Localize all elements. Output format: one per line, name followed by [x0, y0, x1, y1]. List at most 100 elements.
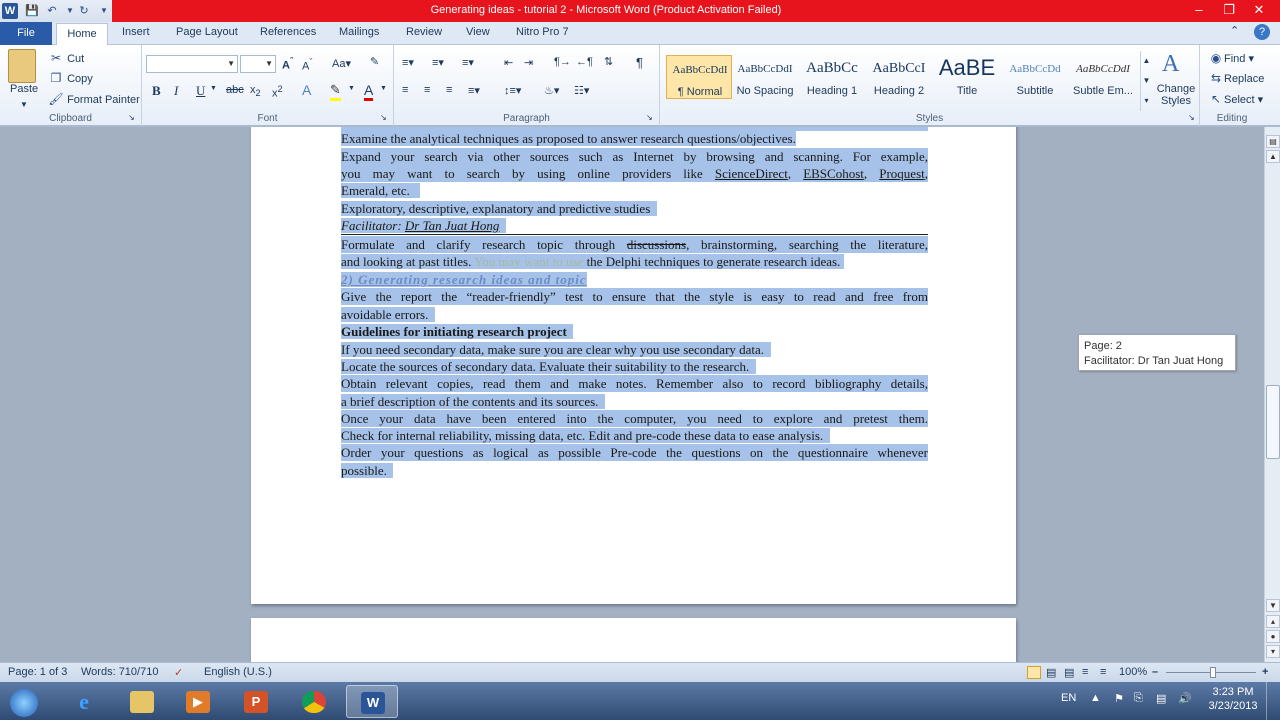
tab-nitro-pro[interactable]: Nitro Pro 7 — [516, 26, 569, 38]
show-hidden-icons[interactable]: ▲ — [1090, 692, 1101, 704]
page-count[interactable]: Page: 1 of 3 — [8, 666, 67, 678]
page-1[interactable]: Examine the analytical techniques as pro… — [251, 127, 1016, 604]
redo-icon[interactable]: ↻ — [76, 3, 92, 19]
taskbar-word[interactable]: W — [346, 685, 398, 718]
style-title[interactable]: AaBE Title — [934, 55, 1000, 99]
taskbar-media-player[interactable]: ▶ — [172, 685, 224, 718]
tab-view[interactable]: View — [466, 26, 490, 38]
superscript-icon[interactable]: x2 — [272, 84, 283, 100]
next-page-button[interactable]: ▾ — [1266, 645, 1280, 658]
restore-button[interactable]: ❐ — [1214, 0, 1244, 22]
style-heading-1[interactable]: AaBbCc Heading 1 — [799, 55, 865, 99]
doc-line[interactable]: a brief description of the contents and … — [341, 393, 928, 410]
language[interactable]: English (U.S.) — [204, 666, 272, 678]
copy-button[interactable]: ❐ Copy — [48, 70, 93, 86]
scroll-down-button[interactable]: ▼ — [1266, 599, 1280, 612]
taskbar-powerpoint[interactable]: P — [230, 685, 282, 718]
doc-line[interactable]: Expand your search via other sources suc… — [341, 148, 928, 165]
font-color-dropdown-icon[interactable]: ▼ — [380, 85, 387, 92]
minimize-ribbon-icon[interactable]: ⌃ — [1230, 24, 1239, 37]
scroll-thumb[interactable] — [1266, 385, 1280, 459]
align-right-icon[interactable]: ≡ — [446, 84, 452, 96]
customize-toolbar-icon[interactable]: ▼ — [96, 3, 112, 19]
scroll-up-button[interactable]: ▲ — [1266, 150, 1280, 163]
doc-line[interactable]: Once your data have been entered into th… — [341, 410, 928, 427]
style-normal[interactable]: AaBbCcDdI ¶ Normal — [666, 55, 732, 99]
outline-view-icon[interactable]: ≡ — [1082, 666, 1088, 678]
network-icon[interactable]: ▤ — [1156, 692, 1166, 705]
justify-icon[interactable]: ≡▾ — [468, 84, 480, 97]
doc-heading[interactable]: Guidelines for initiating research proje… — [341, 323, 928, 340]
doc-line[interactable]: Emerald, etc. — [341, 182, 928, 199]
tab-home[interactable]: Home — [56, 23, 108, 46]
italic-icon[interactable]: I — [174, 83, 178, 99]
taskbar-chrome[interactable] — [288, 685, 340, 718]
zoom-out-button[interactable]: – — [1152, 666, 1158, 678]
start-button[interactable] — [0, 685, 46, 718]
styles-launcher-icon[interactable]: ↘ — [1188, 113, 1195, 122]
multilevel-list-icon[interactable]: ≡▾ — [462, 56, 474, 69]
paste-icon[interactable] — [8, 49, 36, 83]
show-formatting-marks-icon[interactable]: ¶ — [636, 55, 643, 70]
style-no-spacing[interactable]: AaBbCcDdI No Spacing — [732, 55, 798, 99]
change-styles-button[interactable]: Change Styles — [1156, 83, 1196, 107]
action-center-icon[interactable]: ⚑ — [1114, 692, 1124, 705]
usb-icon[interactable]: ⎘ — [1134, 692, 1143, 705]
style-heading-2[interactable]: AaBbCcI Heading 2 — [866, 55, 932, 99]
doc-line[interactable]: you may want to search by using online p… — [341, 165, 928, 182]
volume-icon[interactable]: 🔊 — [1178, 692, 1192, 705]
tab-review[interactable]: Review — [406, 26, 442, 38]
browse-object-button[interactable]: ● — [1266, 630, 1280, 643]
grow-font-icon[interactable]: Aˆ — [282, 56, 293, 72]
select-button[interactable]: ↖ Select ▾ — [1208, 91, 1263, 107]
paragraph-launcher-icon[interactable]: ↘ — [646, 113, 653, 122]
doc-line[interactable]: Locate the sources of secondary data. Ev… — [341, 358, 928, 375]
doc-line[interactable]: Order your questions as logical as possi… — [341, 444, 928, 461]
format-painter-button[interactable]: 🖌 Format Painter — [48, 91, 139, 107]
doc-line[interactable]: and looking at past titles. You may want… — [341, 253, 928, 270]
full-screen-reading-icon[interactable]: ▤ — [1046, 666, 1056, 679]
vertical-scrollbar[interactable]: ▤ ▲ ▼ ▴ ● ▾ — [1264, 127, 1280, 662]
clock[interactable]: 3:23 PM 3/23/2013 — [1208, 686, 1258, 712]
paste-button[interactable]: Paste — [10, 83, 38, 95]
doc-line[interactable]: Examine the analytical techniques as pro… — [341, 130, 928, 147]
minimize-button[interactable]: – — [1184, 0, 1214, 22]
clipboard-launcher-icon[interactable]: ↘ — [128, 113, 135, 122]
sort-icon[interactable]: ⇅ — [604, 55, 613, 68]
style-subtitle[interactable]: AaBbCcDd Subtitle — [1002, 55, 1068, 99]
underline-icon[interactable]: U — [196, 83, 205, 99]
close-button[interactable]: ✕ — [1244, 0, 1274, 22]
doc-line[interactable]: Formulate and clarify research topic thr… — [341, 236, 928, 253]
input-language[interactable]: EN — [1061, 692, 1076, 704]
text-effects-icon[interactable]: A — [302, 82, 311, 98]
tab-insert[interactable]: Insert — [122, 26, 150, 38]
style-subtle-emphasis[interactable]: AaBbCcDdI Subtle Em... — [1070, 55, 1136, 99]
undo-icon[interactable]: ↶ — [44, 3, 60, 19]
replace-button[interactable]: ⇆ Replace — [1208, 70, 1264, 86]
zoom-slider-handle[interactable] — [1210, 667, 1216, 678]
align-left-icon[interactable]: ≡ — [402, 84, 408, 96]
font-family-combo[interactable]: ▼ — [146, 55, 238, 73]
document-area[interactable]: Examine the analytical techniques as pro… — [0, 127, 1264, 662]
show-desktop-button[interactable] — [1266, 682, 1280, 720]
highlight-color-icon[interactable]: ✎ — [330, 82, 341, 101]
line-spacing-icon[interactable]: ↕≡▾ — [504, 84, 521, 97]
bullets-icon[interactable]: ≡▾ — [402, 56, 414, 69]
cut-button[interactable]: ✂ Cut — [48, 50, 84, 66]
web-layout-icon[interactable]: ▤ — [1064, 666, 1074, 679]
proofing-icon[interactable]: ✓ — [174, 666, 183, 679]
tab-page-layout[interactable]: Page Layout — [176, 26, 238, 38]
doc-line[interactable]: Exploratory, descriptive, explanatory an… — [341, 200, 928, 217]
doc-line[interactable]: Check for internal reliability, missing … — [341, 427, 928, 444]
strikethrough-icon[interactable]: abc — [226, 84, 244, 96]
font-size-combo[interactable]: ▼ — [240, 55, 276, 73]
font-family-dropdown-icon[interactable]: ▼ — [227, 59, 235, 68]
find-button[interactable]: ◉ Find ▾ — [1208, 50, 1254, 66]
tab-references[interactable]: References — [260, 26, 316, 38]
doc-heading[interactable]: 2) Generating research ideas and topic — [341, 271, 928, 288]
rtl-icon[interactable]: ←¶ — [576, 56, 593, 68]
ruler-toggle-icon[interactable]: ▤ — [1266, 135, 1280, 148]
ltr-icon[interactable]: ¶→ — [554, 56, 571, 68]
highlight-dropdown-icon[interactable]: ▼ — [348, 85, 355, 92]
word-count[interactable]: Words: 710/710 — [81, 666, 158, 678]
